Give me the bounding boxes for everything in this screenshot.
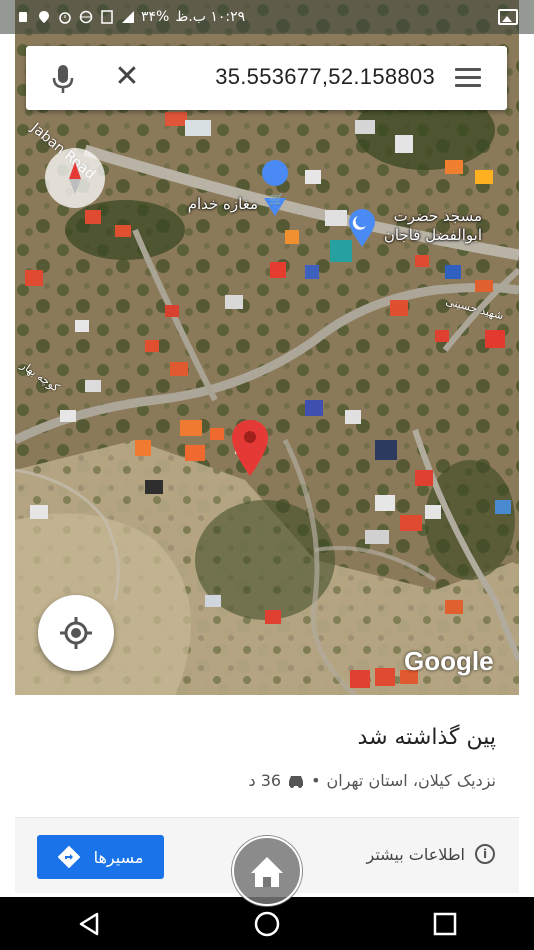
status-left: ۱۰:۲۹ ب.ظ ۳۴% — [16, 9, 245, 25]
home-icon[interactable] — [249, 906, 285, 942]
separator: • — [311, 771, 321, 790]
mosque-label[interactable]: مسجد حضرت ابوالفضل فاجان — [384, 207, 482, 245]
compass-icon[interactable] — [45, 148, 105, 208]
shop-label[interactable]: مغازه خدام — [188, 195, 258, 214]
battery-percent: ۳۴% — [141, 9, 170, 25]
menu-icon[interactable] — [455, 68, 481, 88]
phone-screen: 🛒 Jaban Road مغازه خدام مسجد حضرت ابوالف… — [0, 0, 534, 950]
directions-button[interactable]: مسیرها — [37, 835, 164, 879]
watermark-logo — [231, 835, 303, 907]
gallery-icon — [498, 9, 518, 25]
my-location-icon — [60, 617, 92, 649]
notification-icon — [19, 12, 27, 22]
more-info-button[interactable]: i اطلاعات بیشتر — [366, 844, 495, 864]
drive-time: 36 د — [248, 771, 282, 790]
directions-icon — [57, 846, 80, 868]
red-location-pin-icon[interactable] — [232, 420, 268, 476]
signal-icon — [122, 11, 134, 23]
pin-subtitle: نزدیک کیلان، استان تهران • 36 د — [248, 771, 496, 790]
status-bar: ۱۰:۲۹ ب.ظ ۳۴% — [0, 0, 534, 34]
search-input[interactable]: 35.553677,52.158803 — [215, 64, 435, 90]
google-logo: Google — [404, 646, 494, 676]
close-icon[interactable]: ✕ — [112, 62, 142, 92]
svg-text:🛒: 🛒 — [269, 192, 284, 206]
car-icon — [289, 775, 304, 788]
alarm-icon — [59, 12, 71, 24]
back-icon[interactable] — [71, 906, 107, 942]
nearby-place: نزدیک کیلان، استان تهران — [326, 771, 497, 790]
pin-title: پین گذاشته شد — [357, 725, 496, 750]
directions-label: مسیرها — [93, 847, 144, 867]
more-info-label: اطلاعات بیشتر — [366, 844, 465, 864]
mic-icon[interactable] — [50, 64, 76, 94]
sim-icon — [101, 10, 113, 24]
info-icon: i — [475, 844, 495, 864]
my-location-button[interactable] — [38, 595, 114, 671]
globe-icon — [79, 10, 93, 24]
location-icon — [39, 11, 49, 23]
search-bar[interactable]: ✕ 35.553677,52.158803 — [26, 46, 507, 110]
recent-apps-icon[interactable] — [427, 906, 463, 942]
status-time: ۱۰:۲۹ ب.ظ — [175, 9, 246, 25]
